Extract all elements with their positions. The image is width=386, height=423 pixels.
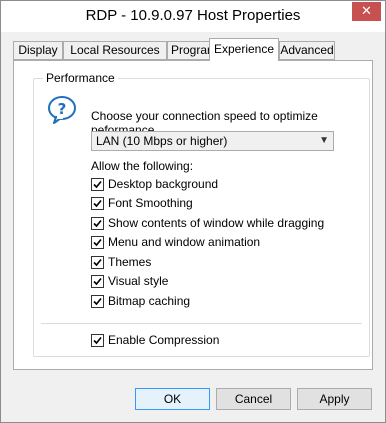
tab-advanced[interactable]: Advanced (279, 41, 335, 60)
close-button[interactable]: ✕ (352, 2, 381, 21)
apply-button[interactable]: Apply (297, 388, 372, 410)
checkbox-checked-icon[interactable] (91, 275, 104, 288)
connection-speed-value: LAN (10 Mbps or higher) (96, 134, 228, 148)
cancel-button[interactable]: Cancel (216, 388, 291, 410)
checkbox-checked-icon[interactable] (91, 334, 104, 347)
title-bar[interactable]: RDP - 10.9.0.97 Host Properties ✕ (1, 1, 385, 32)
svg-text:?: ? (58, 100, 67, 118)
performance-group: Performance ? Choose your connection spe… (33, 71, 370, 357)
option-label: Themes (108, 255, 152, 269)
option-label: Visual style (108, 274, 169, 288)
tab-display[interactable]: Display (13, 41, 63, 60)
option-label: Menu and window animation (108, 235, 261, 249)
separator (41, 323, 362, 324)
option-label: Show contents of window while dragging (108, 216, 325, 230)
option-show-window-contents[interactable]: Show contents of window while dragging (91, 216, 324, 232)
option-desktop-background[interactable]: Desktop background (91, 177, 218, 193)
window-title: RDP - 10.9.0.97 Host Properties (85, 7, 301, 24)
ok-button[interactable]: OK (135, 388, 210, 410)
checkbox-checked-icon[interactable] (91, 236, 104, 249)
option-label: Desktop background (108, 177, 219, 191)
option-label: Font Smoothing (108, 196, 193, 210)
option-themes[interactable]: Themes (91, 255, 151, 271)
help-question-icon: ? (47, 95, 77, 125)
option-font-smoothing[interactable]: Font Smoothing (91, 196, 193, 212)
option-visual-style[interactable]: Visual style (91, 274, 168, 290)
connection-speed-select[interactable]: LAN (10 Mbps or higher) ▼ (91, 131, 334, 151)
allow-label: Allow the following: (91, 159, 194, 173)
performance-legend: Performance (43, 71, 118, 85)
tab-local-resources[interactable]: Local Resources (63, 41, 167, 60)
checkbox-checked-icon[interactable] (91, 178, 104, 191)
experience-panel: Performance ? Choose your connection spe… (13, 60, 373, 370)
tab-experience[interactable]: Experience (209, 38, 279, 61)
properties-window: RDP - 10.9.0.97 Host Properties ✕ Displa… (0, 0, 386, 423)
checkbox-checked-icon[interactable] (91, 295, 104, 308)
option-label: Enable Compression (108, 333, 220, 347)
checkbox-checked-icon[interactable] (91, 197, 104, 210)
option-menu-animation[interactable]: Menu and window animation (91, 235, 260, 251)
option-bitmap-caching[interactable]: Bitmap caching (91, 294, 190, 310)
checkbox-checked-icon[interactable] (91, 217, 104, 230)
option-enable-compression[interactable]: Enable Compression (91, 333, 219, 349)
option-label: Bitmap caching (108, 294, 191, 308)
checkbox-checked-icon[interactable] (91, 256, 104, 269)
chevron-down-icon: ▼ (319, 135, 329, 146)
